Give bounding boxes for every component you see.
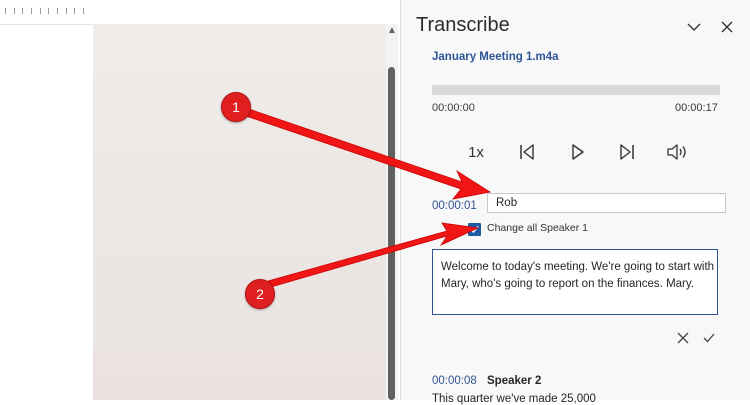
change-all-label[interactable]: Change all Speaker 1 xyxy=(487,222,588,234)
transcribe-panel: Transcribe January Meeting 1.m4a 00:00:0… xyxy=(400,0,750,405)
volume-icon xyxy=(667,144,686,160)
panel-title: Transcribe xyxy=(416,14,510,36)
transcript-text-field[interactable]: Welcome to today's meeting. We're going … xyxy=(432,249,718,315)
document-canvas xyxy=(93,24,386,400)
vertical-scrollbar[interactable]: ▲ xyxy=(386,24,398,400)
annotation-badge-2: 2 xyxy=(245,279,275,309)
skip-forward-icon xyxy=(620,144,634,160)
scroll-thumb[interactable] xyxy=(388,67,395,400)
ruler xyxy=(0,0,93,25)
audio-file-name[interactable]: January Meeting 1.m4a xyxy=(432,51,559,63)
next-entry-timestamp[interactable]: 00:00:08 xyxy=(432,375,477,387)
annotation-badge-1: 1 xyxy=(221,92,251,122)
rewind-button[interactable] xyxy=(515,140,539,164)
total-time: 00:00:17 xyxy=(675,102,718,114)
close-icon[interactable] xyxy=(719,19,735,35)
play-icon xyxy=(572,144,584,160)
confirm-icon[interactable] xyxy=(702,331,716,345)
entry-timestamp[interactable]: 00:00:01 xyxy=(432,200,477,212)
current-time: 00:00:00 xyxy=(432,102,475,114)
forward-button[interactable] xyxy=(615,140,639,164)
ruler-extension xyxy=(93,0,386,25)
next-entry-text: This quarter we've made 25,000 xyxy=(432,393,596,405)
chevron-down-icon[interactable] xyxy=(686,19,702,35)
cancel-icon[interactable] xyxy=(676,331,690,345)
playback-progress-bar[interactable] xyxy=(432,85,720,95)
speaker-name-input[interactable] xyxy=(487,193,726,213)
next-entry-speaker: Speaker 2 xyxy=(487,375,542,387)
change-all-checkbox[interactable] xyxy=(468,223,481,236)
skip-back-icon xyxy=(520,144,534,160)
volume-button[interactable] xyxy=(664,140,690,164)
play-button[interactable] xyxy=(565,140,589,164)
checkmark-icon xyxy=(470,226,479,234)
document-page xyxy=(0,0,93,400)
scroll-up-icon[interactable]: ▲ xyxy=(387,26,397,36)
playback-speed-button[interactable]: 1x xyxy=(463,140,489,164)
